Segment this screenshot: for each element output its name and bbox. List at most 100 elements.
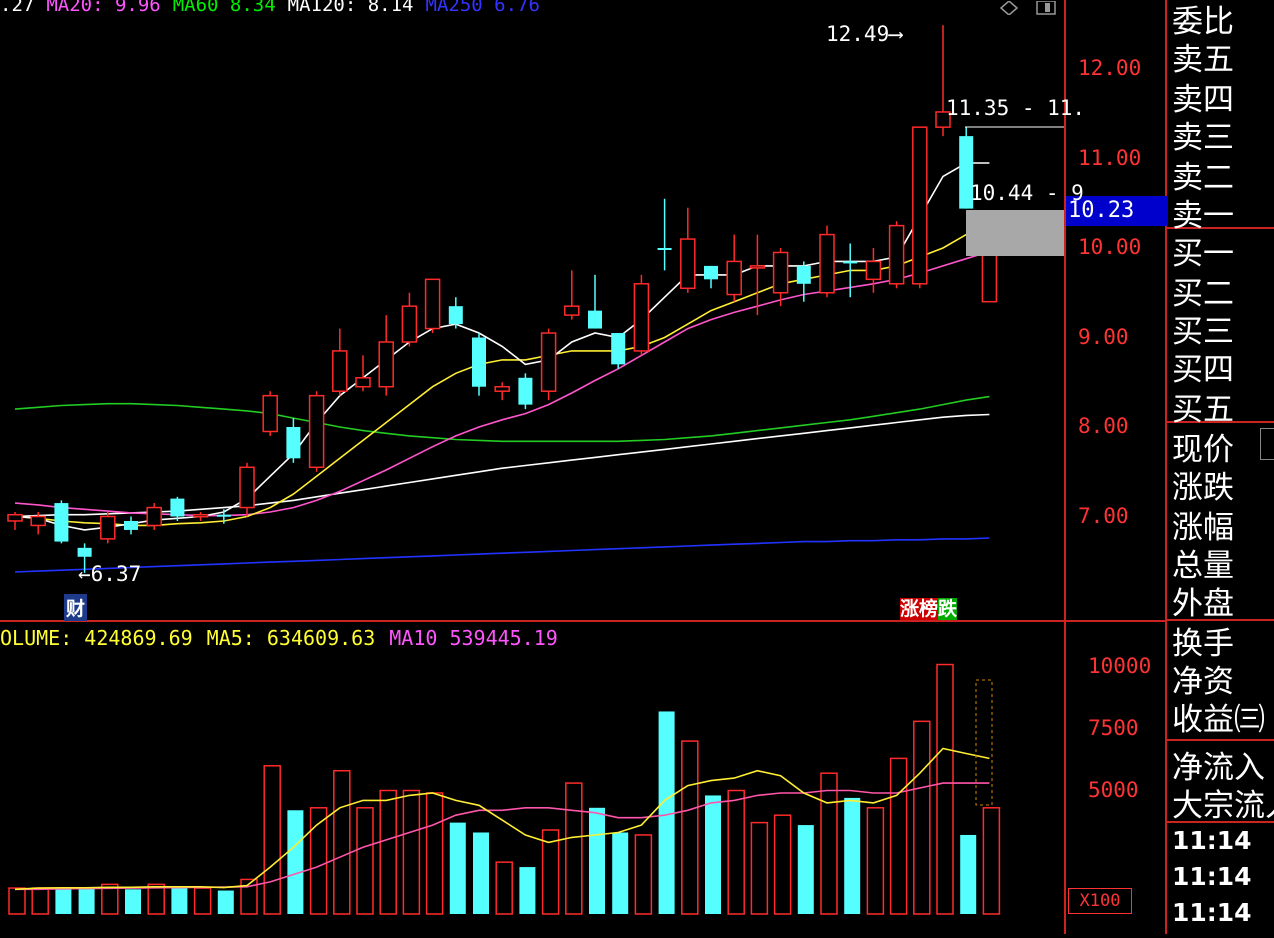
volume-bar — [55, 888, 72, 914]
candle-body — [100, 515, 116, 540]
volume-bar — [519, 867, 536, 914]
volume-bar — [844, 797, 861, 914]
rank-label: 榜 — [919, 598, 939, 620]
volume-bar — [960, 834, 977, 914]
volume-bar — [217, 890, 234, 914]
ma-legend-item: MA20: 9.96 — [46, 0, 161, 16]
candle-body — [494, 385, 510, 392]
candle-body — [216, 514, 231, 517]
volume-bar — [913, 720, 931, 915]
price-highlight-box — [966, 210, 1064, 256]
volume-bar — [820, 772, 838, 915]
quote-side-panel: 委比 卖五 卖四 卖三 卖二 卖一 买一 买二 买三 买四 买五 现价 涨跌 涨幅 总量 外盘 换手 净资 收益㈢净… — [1168, 0, 1274, 934]
window-icon[interactable] — [1036, 0, 1056, 15]
volume-bar — [589, 807, 605, 914]
ma10-line — [14, 224, 990, 527]
ma-legend-item: MA60 8.34 — [172, 0, 276, 16]
high-price-value: 12.49 — [826, 22, 890, 46]
ma-legend: .27 MA20: 9.96 MA60 8.34 MA120: 8.14 MA250 6… — [0, 0, 564, 18]
volume-bar — [612, 832, 629, 914]
range-label-2: 10.44 - 9 — [970, 181, 1084, 205]
volume-axis-label: 5000 — [1088, 777, 1139, 802]
volume-bar — [193, 887, 212, 915]
ma120-line — [14, 413, 990, 518]
ma-legend-item: MA250 6.76 — [425, 0, 540, 16]
volume-bar — [982, 807, 1001, 915]
finance-badge[interactable]: 财 — [64, 594, 88, 621]
volume-legend-item: OLUME: 424869.69 — [0, 626, 193, 650]
price-axis-label: 8.00 — [1078, 414, 1129, 438]
volume-bar — [31, 887, 49, 915]
volume-bars — [8, 663, 1001, 915]
volume-bar — [78, 888, 95, 914]
rank-down-label: 跌 — [938, 598, 958, 620]
volume-bar — [727, 789, 745, 915]
quote-label: 涨跌 — [1172, 470, 1234, 506]
rank-badge[interactable]: 涨榜跌 — [900, 594, 958, 621]
volume-axis-label: 10000 — [1088, 654, 1152, 678]
candle-body — [170, 498, 185, 517]
volume-axis-label: 7500 — [1088, 715, 1139, 740]
volume-bar — [333, 769, 351, 915]
quote-label: 大宗流入 — [1172, 788, 1274, 824]
candle-body — [888, 224, 905, 285]
ma250-line — [14, 537, 990, 573]
volume-bar — [147, 883, 165, 915]
trade-time: 11:14 — [1172, 898, 1252, 927]
low-price-label: ←6.37 — [78, 562, 141, 586]
volume-bar — [565, 782, 583, 915]
candle-body — [77, 547, 92, 557]
volume-bar — [402, 789, 421, 915]
candle-body — [262, 394, 278, 433]
candles — [7, 25, 998, 573]
candle-body — [981, 251, 998, 303]
volume-bar — [171, 888, 188, 914]
arrow-left-icon: ← — [78, 562, 91, 586]
diamond-icon[interactable] — [999, 0, 1019, 16]
volume-bar — [681, 740, 699, 915]
candle-body — [819, 233, 835, 294]
volume-bar — [263, 765, 281, 915]
volume-bar — [705, 795, 721, 914]
volume-legend-item: MA5: 634609.63 — [206, 626, 376, 650]
trade-time: 11:14 — [1172, 862, 1252, 891]
volume-bar — [797, 825, 814, 914]
kline-chart-area[interactable] — [0, 0, 1274, 934]
chart-svg[interactable] — [0, 0, 1274, 934]
price-box-icon — [1260, 428, 1274, 460]
volume-bar — [449, 822, 466, 914]
candle-body — [680, 238, 696, 290]
candle-body — [239, 466, 255, 509]
candle-body — [332, 350, 348, 392]
candle-body — [611, 333, 626, 365]
volume-bar — [658, 711, 675, 914]
candle-body — [448, 306, 463, 325]
candle-body — [865, 260, 882, 281]
current-volume-outline — [975, 679, 993, 806]
high-price-label: 12.49⟶ — [826, 22, 902, 46]
candle-body — [588, 310, 602, 329]
quote-label: 收益㈢ — [1172, 702, 1265, 738]
range-label-1: 11.35 - 11. — [946, 96, 1086, 120]
price-axis-label: 10.00 — [1078, 235, 1142, 259]
quote-label: 卖三 — [1172, 120, 1234, 156]
candle-body — [378, 341, 394, 388]
candle-body — [540, 332, 557, 392]
arrow-right-icon: ⟶ — [889, 22, 902, 46]
volume-bar — [495, 861, 513, 915]
volume-bar — [473, 832, 489, 914]
volume-bar — [750, 821, 769, 915]
candle-body — [355, 377, 371, 388]
candle-body — [472, 337, 486, 387]
candle-body — [772, 251, 789, 294]
price-axis-label: 11.00 — [1078, 145, 1142, 170]
volume-bar — [287, 810, 304, 914]
price-axis-label: 9.00 — [1078, 324, 1129, 349]
rank-up-label: 涨 — [900, 598, 920, 620]
quote-label: 买一 — [1172, 236, 1234, 272]
candle-body — [7, 513, 23, 522]
volume-unit-button[interactable]: X100 — [1068, 888, 1132, 914]
candle-body — [30, 515, 46, 527]
candle-body — [633, 283, 650, 352]
volume-bar — [936, 663, 954, 915]
